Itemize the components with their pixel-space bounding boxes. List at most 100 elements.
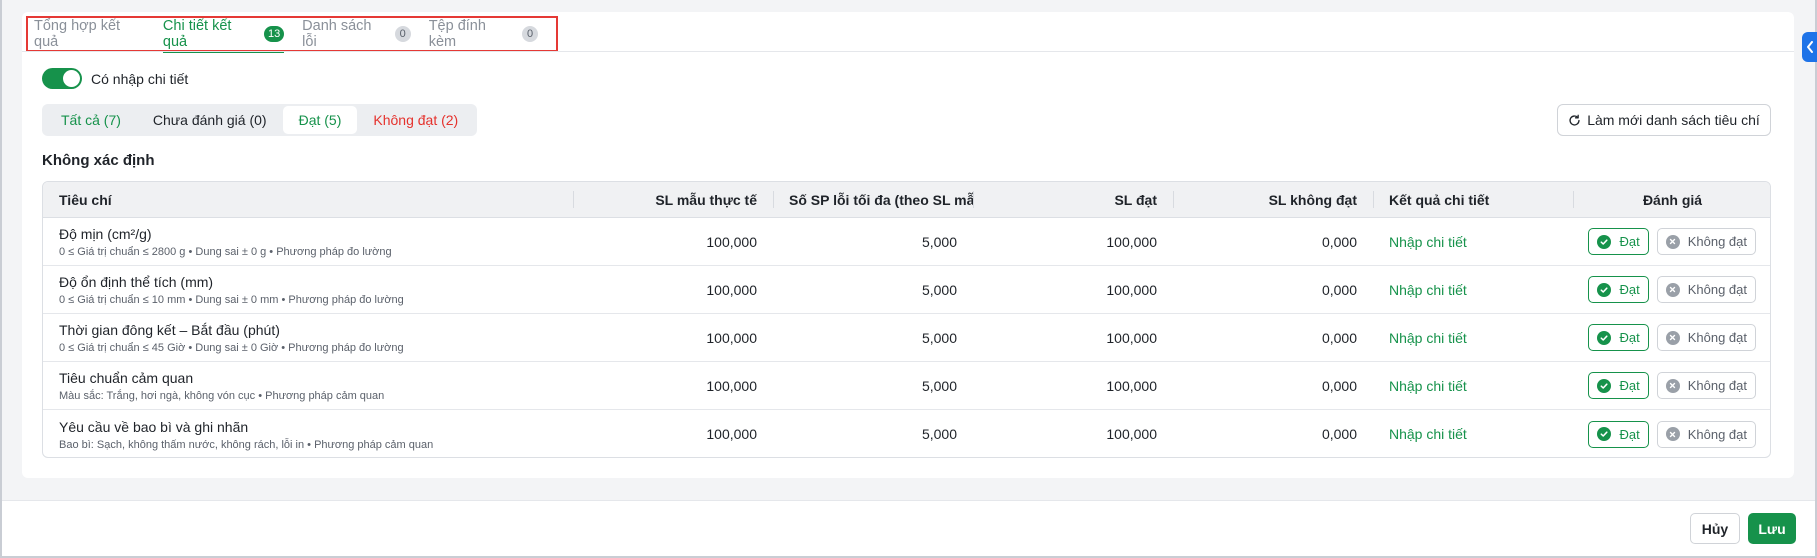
criteria-table: Tiêu chí SL mẫu thực tế Số SP lỗi tối đa… bbox=[42, 181, 1771, 458]
pass-qty-cell: 100,000 bbox=[1106, 233, 1157, 250]
fail-button-label: Không đạt bbox=[1687, 426, 1747, 442]
criteria-name: Độ mịn (cm²/g) bbox=[59, 226, 152, 242]
sample-qty-cell: 100,000 bbox=[706, 377, 757, 394]
col-pass-qty: SL đạt bbox=[973, 182, 1173, 217]
pass-qty-cell: 100,000 bbox=[1106, 377, 1157, 394]
detail-entry-toggle-label: Có nhập chi tiết bbox=[91, 70, 189, 87]
criteria-name: Độ ổn định thể tích (mm) bbox=[59, 274, 214, 290]
fail-qty-cell: 0,000 bbox=[1321, 281, 1357, 298]
filter-all[interactable]: Tất cả (7) bbox=[45, 106, 137, 134]
col-sample-qty: SL mẫu thực tế bbox=[573, 182, 773, 217]
tab-defects-label: Danh sách lỗi bbox=[302, 18, 372, 50]
fail-button[interactable]: Không đạt bbox=[1656, 228, 1756, 255]
pass-qty-cell: 100,000 bbox=[1106, 281, 1157, 298]
fail-button[interactable]: Không đạt bbox=[1656, 420, 1756, 448]
fail-button-label: Không đạt bbox=[1687, 378, 1747, 393]
criteria-cell: Độ mịn (cm²/g) 0 ≤ Giá trị chuẩn ≤ 2800 … bbox=[43, 218, 573, 265]
tab-bar: Tổng hợp kết quả Chi tiết kết quả 13 Dan… bbox=[26, 16, 558, 53]
pass-button[interactable]: Đạt bbox=[1588, 420, 1649, 448]
fail-button-label: Không đạt bbox=[1687, 330, 1747, 345]
enter-detail-link[interactable]: Nhập chi tiết bbox=[1389, 426, 1467, 442]
col-fail-qty: SL không đạt bbox=[1173, 182, 1373, 217]
fail-qty-cell: 0,000 bbox=[1321, 426, 1357, 442]
pass-button-label: Đạt bbox=[1619, 378, 1640, 393]
enter-detail-link[interactable]: Nhập chi tiết bbox=[1389, 378, 1467, 394]
x-circle-icon bbox=[1665, 282, 1680, 297]
detail-result-cell: Nhập chi tiết bbox=[1373, 266, 1573, 313]
table-row: Tiêu chuẩn cảm quan Màu sắc: Trắng, hơi … bbox=[43, 362, 1770, 410]
check-circle-icon bbox=[1597, 330, 1612, 345]
detail-result-cell: Nhập chi tiết bbox=[1373, 218, 1573, 265]
table-header: Tiêu chí SL mẫu thực tế Số SP lỗi tối đa… bbox=[43, 182, 1770, 218]
enter-detail-link[interactable]: Nhập chi tiết bbox=[1389, 330, 1467, 346]
max-defect-cell: 5,000 bbox=[921, 233, 957, 250]
evaluation-cell: Đạt Không đạt bbox=[1573, 218, 1770, 265]
pass-button[interactable]: Đạt bbox=[1588, 276, 1649, 303]
fail-button[interactable]: Không đạt bbox=[1656, 324, 1756, 351]
x-circle-icon bbox=[1665, 427, 1680, 441]
status-filter-group: Tất cả (7) Chưa đánh giá (0) Đạt (5) Khô… bbox=[42, 104, 478, 136]
tab-defects-count-badge: 0 bbox=[394, 26, 411, 42]
criteria-cell: Tiêu chuẩn cảm quan Màu sắc: Trắng, hơi … bbox=[43, 362, 573, 409]
max-defect-cell: 5,000 bbox=[921, 281, 957, 298]
sample-qty-cell: 100,000 bbox=[706, 281, 757, 298]
tab-detail-count-badge: 13 bbox=[264, 26, 285, 42]
criteria-cell: Thời gian đông kết – Bắt đầu (phút) 0 ≤ … bbox=[43, 314, 573, 361]
criteria-cell: Yêu cầu về bao bì và ghi nhãn Bao bì: Sạ… bbox=[43, 410, 573, 457]
detail-entry-toggle-row: Có nhập chi tiết bbox=[42, 68, 188, 89]
pass-button[interactable]: Đạt bbox=[1588, 372, 1649, 399]
max-defect-cell: 5,000 bbox=[921, 426, 957, 442]
filter-fail[interactable]: Không đạt (2) bbox=[357, 106, 474, 134]
section-title: Không xác định bbox=[42, 152, 155, 169]
check-circle-icon bbox=[1597, 427, 1612, 441]
criteria-description: 0 ≤ Giá trị chuẩn ≤ 10 mm • Dung sai ± 0… bbox=[59, 294, 404, 306]
col-evaluation: Đánh giá bbox=[1573, 182, 1770, 217]
enter-detail-link[interactable]: Nhập chi tiết bbox=[1389, 234, 1467, 250]
tab-summary-label: Tổng hợp kết quả bbox=[34, 18, 121, 50]
sample-qty-cell: 100,000 bbox=[706, 233, 757, 250]
side-panel-collapse-handle[interactable] bbox=[1802, 32, 1817, 62]
tab-defects[interactable]: Danh sách lỗi 0 bbox=[302, 18, 411, 50]
pass-button[interactable]: Đạt bbox=[1588, 324, 1649, 351]
detail-result-cell: Nhập chi tiết bbox=[1373, 314, 1573, 361]
pass-button[interactable]: Đạt bbox=[1588, 228, 1649, 255]
tab-attachments-count-badge: 0 bbox=[522, 26, 539, 42]
fail-button[interactable]: Không đạt bbox=[1656, 276, 1756, 303]
cancel-button[interactable]: Hủy bbox=[1690, 513, 1740, 544]
check-circle-icon bbox=[1597, 378, 1612, 393]
detail-entry-toggle[interactable] bbox=[42, 68, 82, 89]
table-row: Độ ổn định thể tích (mm) 0 ≤ Giá trị chu… bbox=[43, 266, 1770, 314]
pass-button-label: Đạt bbox=[1619, 330, 1640, 345]
enter-detail-link[interactable]: Nhập chi tiết bbox=[1389, 282, 1467, 298]
refresh-icon bbox=[1569, 114, 1580, 126]
tab-summary[interactable]: Tổng hợp kết quả bbox=[34, 18, 145, 50]
save-button[interactable]: Lưu bbox=[1748, 513, 1796, 544]
refresh-criteria-button[interactable]: Làm mới danh sách tiêu chí bbox=[1557, 104, 1771, 136]
max-defect-cell: 5,000 bbox=[921, 329, 957, 346]
tab-attachments[interactable]: Tệp đính kèm 0 bbox=[428, 18, 539, 50]
fail-button[interactable]: Không đạt bbox=[1656, 372, 1756, 399]
footer-bar bbox=[2, 500, 1815, 556]
filter-pending[interactable]: Chưa đánh giá (0) bbox=[137, 106, 283, 134]
x-circle-icon bbox=[1665, 378, 1680, 393]
chevron-left-icon bbox=[1806, 41, 1813, 53]
evaluation-cell: Đạt Không đạt bbox=[1573, 410, 1770, 457]
fail-button-label: Không đạt bbox=[1687, 282, 1747, 297]
check-circle-icon bbox=[1597, 282, 1612, 297]
check-circle-icon bbox=[1597, 234, 1612, 249]
fail-qty-cell: 0,000 bbox=[1321, 233, 1357, 250]
tab-attachments-label: Tệp đính kèm bbox=[428, 18, 486, 50]
pass-button-label: Đạt bbox=[1619, 426, 1640, 442]
pass-qty-cell: 100,000 bbox=[1106, 329, 1157, 346]
criteria-name: Yêu cầu về bao bì và ghi nhãn bbox=[59, 418, 249, 435]
table-body: Độ mịn (cm²/g) 0 ≤ Giá trị chuẩn ≤ 2800 … bbox=[43, 218, 1770, 457]
criteria-description: 0 ≤ Giá trị chuẩn ≤ 2800 g • Dung sai ± … bbox=[59, 246, 392, 258]
table-row: Thời gian đông kết – Bắt đầu (phút) 0 ≤ … bbox=[43, 314, 1770, 362]
col-detail-result: Kết quả chi tiết bbox=[1373, 182, 1573, 217]
x-circle-icon bbox=[1665, 234, 1680, 249]
sample-qty-cell: 100,000 bbox=[706, 426, 757, 442]
col-criteria: Tiêu chí bbox=[59, 191, 112, 208]
table-row: Độ mịn (cm²/g) 0 ≤ Giá trị chuẩn ≤ 2800 … bbox=[43, 218, 1770, 266]
tab-detail[interactable]: Chi tiết kết quả 13 bbox=[162, 18, 285, 53]
filter-pass[interactable]: Đạt (5) bbox=[282, 106, 358, 134]
